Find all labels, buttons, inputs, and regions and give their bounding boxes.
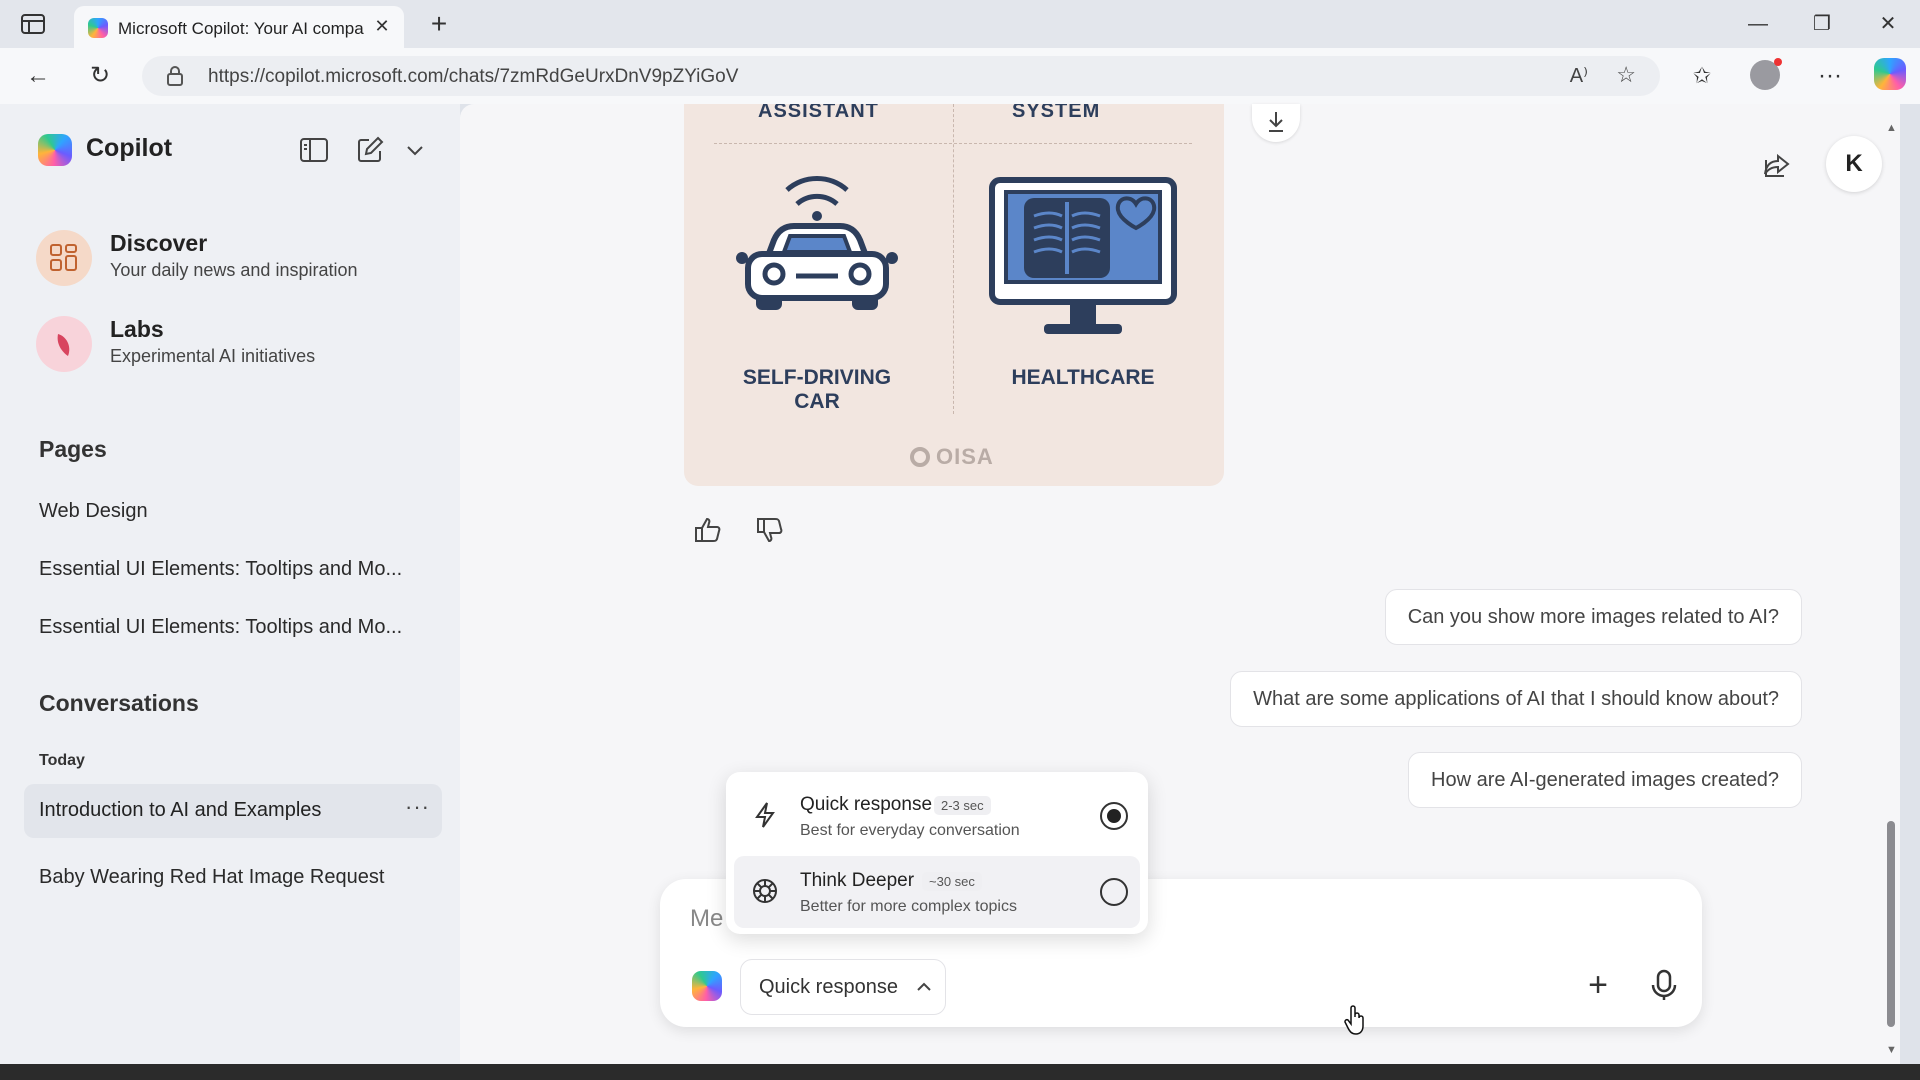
caption-line: CAR [794, 390, 840, 413]
conversation-more-icon[interactable]: ··· [405, 794, 430, 820]
window-bottom-edge [0, 1064, 1920, 1080]
response-mode-label: Quick response [759, 976, 898, 998]
share-icon[interactable] [1756, 146, 1796, 186]
close-tab-icon[interactable]: ✕ [372, 16, 392, 36]
scroll-down-icon[interactable]: ▼ [1886, 1044, 1897, 1056]
discover-title: Discover [110, 230, 208, 256]
brand-name: Copilot [86, 134, 173, 162]
option-description: Better for more complex topics [800, 898, 1017, 915]
option-name: Quick response [800, 794, 933, 815]
suggestion-chip[interactable]: Can you show more images related to AI? [1384, 589, 1802, 645]
discover-grid-icon [36, 230, 92, 286]
back-button[interactable]: ← [22, 60, 54, 92]
chat-main: ASSISTANT SYSTEM SELF-DRIVING CAR HEALTH… [460, 104, 1900, 1064]
reload-button[interactable]: ↻ [84, 60, 116, 92]
labs-subtitle: Experimental AI initiatives [110, 346, 316, 366]
microphone-icon[interactable] [1644, 965, 1684, 1005]
copilot-favicon-icon [88, 18, 108, 38]
user-avatar[interactable]: K [1826, 136, 1882, 192]
option-description: Best for everyday conversation [800, 822, 1020, 839]
sidebar-toggle-icon[interactable] [298, 134, 330, 166]
healthcare-monitor-illustration [989, 177, 1177, 334]
lock-icon [167, 66, 183, 86]
discover-subtitle: Your daily news and inspiration [110, 260, 358, 280]
think-deeper-icon [753, 879, 777, 903]
copilot-logo-icon [38, 134, 72, 166]
tab-title: Microsoft Copilot: Your AI compa [118, 19, 364, 38]
radio-unselected[interactable] [1100, 878, 1128, 906]
image-label-system: SYSTEM [1012, 104, 1101, 122]
caption-self-driving: SELF-DRIVING CAR [697, 366, 937, 414]
url-text: https://copilot.microsoft.com/chats/7zmR… [208, 66, 739, 87]
favorite-star-icon[interactable]: ☆ [1616, 62, 1636, 88]
option-name: Think Deeper [800, 870, 915, 891]
response-mode-menu: Quick response 2-3 sec Best for everyday… [726, 772, 1148, 934]
generated-image[interactable]: ASSISTANT SYSTEM SELF-DRIVING CAR HEALTH… [684, 104, 1224, 486]
browser-toolbar: ← ↻ https://copilot.microsoft.com/chats/… [0, 48, 1920, 104]
image-divider [953, 104, 954, 414]
radio-selected[interactable] [1100, 802, 1128, 830]
browser-tab-bar: Microsoft Copilot: Your AI compa ✕ + — ❐… [0, 0, 1920, 48]
option-think-deeper[interactable]: Think Deeper ~30 sec Better for more com… [734, 856, 1140, 928]
today-label: Today [39, 752, 85, 769]
caption-line: SELF-DRIVING [742, 366, 892, 389]
chevron-down-icon[interactable] [404, 134, 426, 166]
response-mode-button[interactable]: Quick response [740, 959, 946, 1015]
page-link[interactable]: Essential UI Elements: Tooltips and Mo..… [39, 616, 402, 639]
new-chat-icon[interactable] [354, 134, 386, 166]
more-menu-icon[interactable]: ··· [1814, 60, 1846, 92]
option-time-badge: ~30 sec [922, 872, 982, 891]
discover-link[interactable]: Discover Your daily news and inspiration [36, 226, 436, 292]
tab-actions-icon[interactable] [20, 12, 46, 36]
download-icon [1269, 112, 1283, 132]
profile-avatar[interactable] [1750, 58, 1782, 90]
message-input[interactable]: Me [690, 905, 723, 933]
scrollbar[interactable]: ▲ ▼ [1884, 116, 1898, 1056]
image-label-assistant: ASSISTANT [758, 104, 879, 122]
conversations-heading: Conversations [39, 690, 199, 716]
conversation-item-active[interactable]: Introduction to AI and Examples ··· [24, 784, 442, 838]
browser-tab[interactable]: Microsoft Copilot: Your AI compa ✕ [74, 6, 404, 48]
thumbs-up-icon[interactable] [692, 514, 724, 546]
plus-icon[interactable]: + [1578, 965, 1618, 1005]
hand-cursor-icon [1344, 1005, 1364, 1035]
thumbs-down-icon[interactable] [754, 514, 786, 546]
labs-icon [36, 316, 92, 372]
suggestion-chip[interactable]: What are some applications of AI that I … [1230, 671, 1802, 727]
minimize-button[interactable]: — [1738, 8, 1778, 40]
read-aloud-icon[interactable]: A⁾ [1570, 63, 1588, 88]
caption-healthcare: HEALTHCARE [1011, 366, 1155, 389]
scrollbar-thumb[interactable] [1887, 821, 1895, 1027]
favorites-icon[interactable]: ✩ [1686, 60, 1718, 92]
page-link[interactable]: Web Design [39, 500, 148, 523]
conversation-item[interactable]: Baby Wearing Red Hat Image Request [39, 866, 384, 889]
option-quick-response[interactable]: Quick response 2-3 sec Best for everyday… [734, 780, 1140, 852]
labs-link[interactable]: Labs Experimental AI initiatives [36, 312, 436, 378]
option-time-badge: 2-3 sec [934, 796, 991, 815]
new-tab-button[interactable]: + [424, 10, 454, 40]
suggestion-chip[interactable]: How are AI-generated images created? [1408, 752, 1802, 808]
lightning-icon [755, 802, 775, 828]
copilot-logo-icon [692, 971, 722, 1001]
image-brand-mark [910, 447, 930, 467]
conversation-label: Introduction to AI and Examples [39, 799, 322, 821]
labs-title: Labs [110, 316, 164, 342]
image-brand: OISA [936, 444, 994, 469]
restore-button[interactable]: ❐ [1802, 8, 1842, 40]
page-link[interactable]: Essential UI Elements: Tooltips and Mo..… [39, 558, 402, 581]
pages-heading: Pages [39, 436, 107, 462]
close-window-button[interactable]: ✕ [1868, 8, 1908, 40]
scroll-up-icon[interactable]: ▲ [1886, 122, 1897, 134]
chevron-up-icon [917, 982, 931, 991]
copilot-sidebar-icon[interactable] [1874, 58, 1906, 90]
sidebar: Copilot Discover Your daily news and ins… [0, 104, 460, 1064]
address-bar[interactable]: https://copilot.microsoft.com/chats/7zmR… [142, 56, 1660, 96]
download-button[interactable] [1252, 104, 1300, 142]
self-driving-car-illustration [736, 176, 898, 310]
